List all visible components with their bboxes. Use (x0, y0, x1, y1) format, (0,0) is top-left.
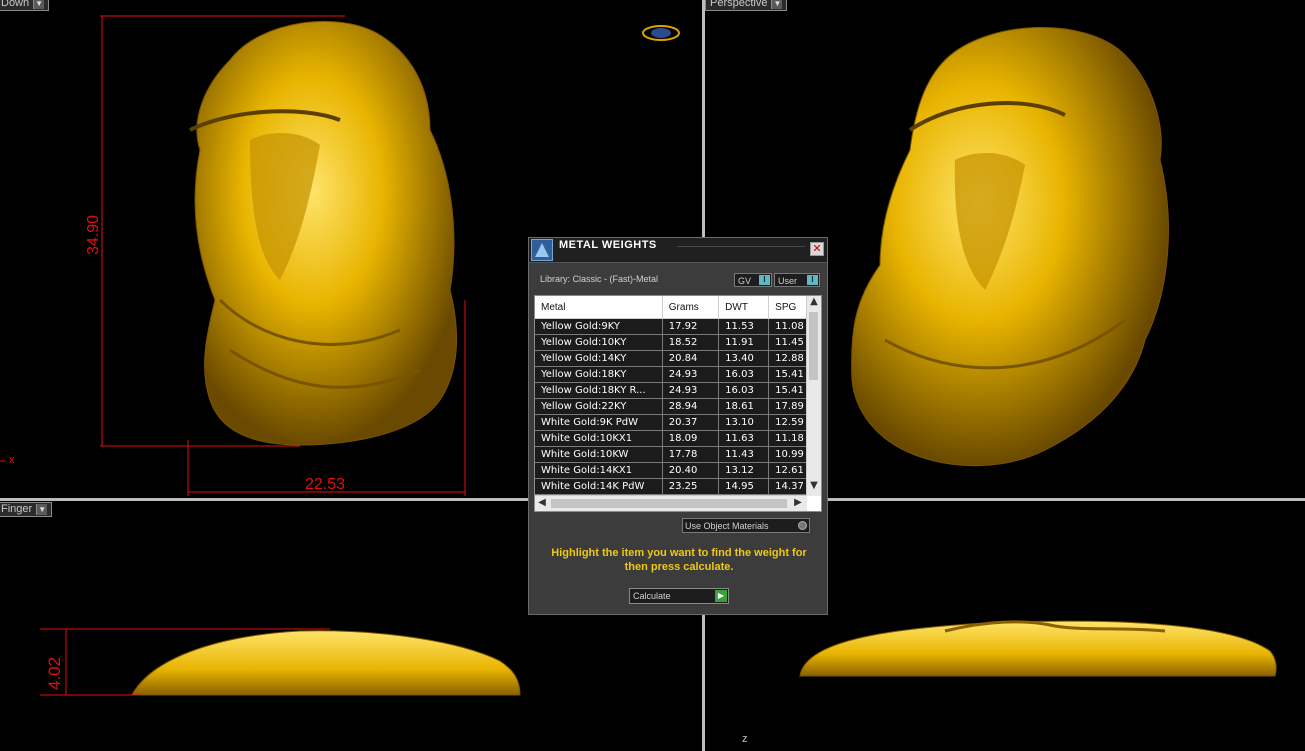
column-header-dwt[interactable]: DWT (718, 296, 770, 319)
material-source-select[interactable]: Use Object Materials (682, 518, 810, 533)
table-row[interactable]: White Gold:10KX1 18.09 11.63 11.18 (535, 430, 821, 447)
cell-dwt[interactable]: 11.43 (718, 446, 770, 463)
scroll-right-icon[interactable]: ▶ (791, 497, 805, 508)
calculate-label: Calculate (633, 591, 671, 601)
table-row[interactable]: Yellow Gold:10KY 18.52 11.91 11.45 (535, 334, 821, 351)
table-row[interactable]: White Gold:9K PdW 20.37 13.10 12.59 (535, 414, 821, 431)
scroll-thumb[interactable] (809, 312, 818, 380)
table-row[interactable]: White Gold:14KX1 20.40 13.12 12.61 (535, 462, 821, 479)
cell-grams[interactable]: 20.84 (662, 350, 720, 367)
instruction-text: Highlight the item you want to find the … (551, 547, 807, 573)
title-divider (677, 246, 805, 247)
close-icon[interactable]: ✕ (810, 242, 824, 256)
dimension-thickness: 4.02 (45, 656, 64, 690)
cell-grams[interactable]: 18.09 (662, 430, 720, 447)
cell-metal[interactable]: White Gold:10KX1 (535, 430, 663, 447)
column-header-metal[interactable]: Metal (535, 296, 663, 319)
cell-grams[interactable]: 23.25 (662, 478, 720, 495)
table-row[interactable]: Yellow Gold:14KY 20.84 13.40 12.88 (535, 350, 821, 367)
cell-dwt[interactable]: 13.12 (718, 462, 770, 479)
cell-dwt[interactable]: 16.03 (718, 366, 770, 383)
cell-dwt[interactable]: 13.40 (718, 350, 770, 367)
cell-grams[interactable]: 20.40 (662, 462, 720, 479)
cell-grams[interactable]: 17.92 (662, 318, 720, 335)
vertical-scrollbar[interactable]: ▲ ▼ (806, 296, 821, 496)
cell-dwt[interactable]: 11.91 (718, 334, 770, 351)
cell-grams[interactable]: 24.93 (662, 382, 720, 399)
scroll-down-icon[interactable]: ▼ (807, 480, 821, 491)
horizontal-scrollbar[interactable]: ◀ ▶ (535, 495, 807, 511)
table-row[interactable]: White Gold:14K PdW 23.25 14.95 14.37 (535, 478, 821, 495)
metal-weights-table[interactable]: Metal Grams DWT SPG Yellow Gold:9KY 17.92… (534, 295, 822, 512)
cell-metal[interactable]: White Gold:14K PdW (535, 478, 663, 495)
table-header-row: Metal Grams DWT SPG (535, 296, 821, 319)
gv-toggle[interactable]: GV I (734, 273, 772, 287)
calculate-button[interactable]: Calculate ▶ (629, 588, 729, 604)
cell-grams[interactable]: 18.52 (662, 334, 720, 351)
table-row[interactable]: Yellow Gold:18KY R... 24.93 16.03 15.41 (535, 382, 821, 399)
scroll-left-icon[interactable]: ◀ (535, 497, 549, 508)
material-select-value: Use Object Materials (685, 521, 769, 531)
cell-grams[interactable]: 17.78 (662, 446, 720, 463)
cell-dwt[interactable]: 16.03 (718, 382, 770, 399)
cell-metal[interactable]: White Gold:14KX1 (535, 462, 663, 479)
toggle-icon: I (807, 275, 818, 285)
play-icon: ▶ (715, 590, 727, 602)
cell-dwt[interactable]: 13.10 (718, 414, 770, 431)
cell-metal[interactable]: White Gold:10KW (535, 446, 663, 463)
user-toggle[interactable]: User I (774, 273, 820, 287)
dialog-title-bar[interactable]: METAL WEIGHTS ✕ (529, 238, 827, 263)
cell-dwt[interactable]: 11.63 (718, 430, 770, 447)
axis-x-label: x (9, 454, 15, 466)
cell-grams[interactable]: 20.37 (662, 414, 720, 431)
cell-dwt[interactable]: 14.95 (718, 478, 770, 495)
cell-metal[interactable]: Yellow Gold:9KY (535, 318, 663, 335)
toggle-icon: I (759, 275, 770, 285)
cell-metal[interactable]: Yellow Gold:18KY R... (535, 382, 663, 399)
gv-label: GV (738, 276, 752, 286)
cell-grams[interactable]: 24.93 (662, 366, 720, 383)
dialog-title: METAL WEIGHTS (559, 239, 657, 251)
cell-metal[interactable]: Yellow Gold:10KY (535, 334, 663, 351)
library-label: Library: Classic - (Fast)-Metal (540, 274, 659, 284)
cell-metal[interactable]: Yellow Gold:18KY (535, 366, 663, 383)
cell-metal[interactable]: Yellow Gold:22KY (535, 398, 663, 415)
table-row[interactable]: White Gold:10KW 17.78 11.43 10.99 (535, 446, 821, 463)
table-row[interactable]: Yellow Gold:9KY 17.92 11.53 11.08 (535, 318, 821, 335)
table-row[interactable]: Yellow Gold:18KY 24.93 16.03 15.41 (535, 366, 821, 383)
dimension-width: 22.53 (305, 476, 346, 493)
scroll-up-icon[interactable]: ▲ (807, 296, 821, 307)
cell-metal[interactable]: White Gold:9K PdW (535, 414, 663, 431)
cell-metal[interactable]: Yellow Gold:14KY (535, 350, 663, 367)
column-header-grams[interactable]: Grams (662, 296, 720, 319)
axis-z-label: z (742, 733, 748, 745)
app-logo-icon (531, 239, 553, 261)
scroll-thumb[interactable] (551, 499, 787, 508)
metal-weights-dialog: METAL WEIGHTS ✕ Library: Classic - (Fast… (528, 237, 828, 615)
radio-icon (798, 521, 807, 530)
cell-grams[interactable]: 28.94 (662, 398, 720, 415)
table-row[interactable]: Yellow Gold:22KY 28.94 18.61 17.89 (535, 398, 821, 415)
user-label: User (778, 276, 798, 286)
dimension-height: 34.90 (85, 214, 102, 255)
cell-dwt[interactable]: 18.61 (718, 398, 770, 415)
cell-dwt[interactable]: 11.53 (718, 318, 770, 335)
